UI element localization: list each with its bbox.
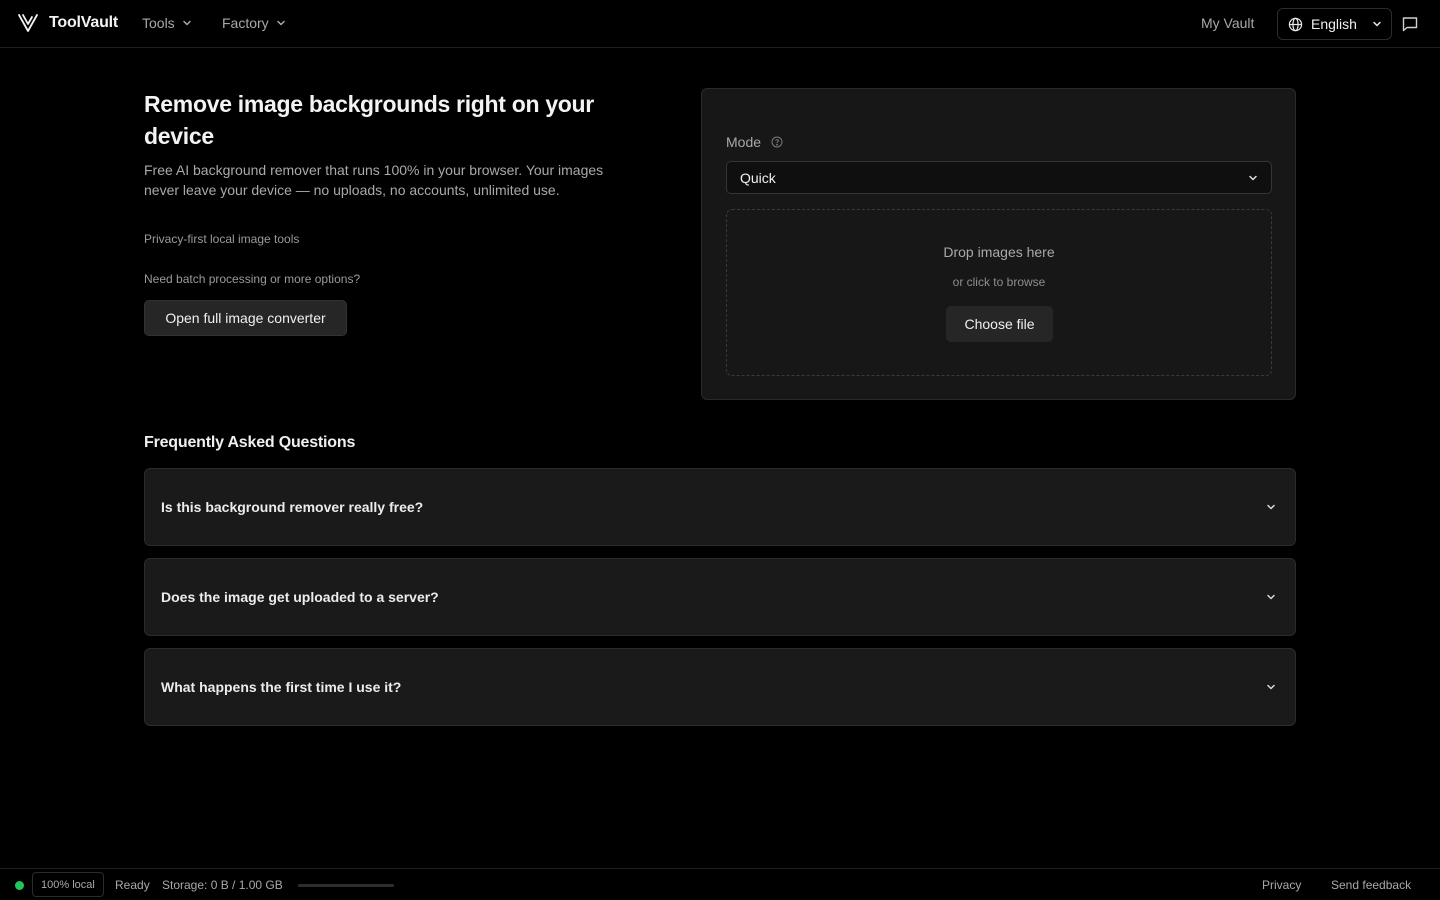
batch-question: Need batch processing or more options?: [144, 272, 361, 286]
globe-icon: [1288, 17, 1303, 32]
faq-question: Is this background remover really free?: [161, 499, 424, 515]
faq-question: Does the image get uploaded to a server?: [161, 589, 439, 605]
faq-item[interactable]: What happens the first time I use it?: [144, 648, 1296, 726]
hero-tagline: Privacy-first local image tools: [144, 232, 300, 246]
top-navigation-bar: ToolVault Tools Factory My Vault English: [0, 0, 1440, 48]
chevron-down-icon: [1265, 501, 1277, 513]
dropzone-subtitle: or click to browse: [952, 275, 1046, 289]
help-circle-icon[interactable]: [771, 136, 783, 148]
open-full-converter-button[interactable]: Open full image converter: [144, 300, 347, 336]
my-vault-link[interactable]: My Vault: [1201, 15, 1254, 31]
storage-progress-bar: [298, 884, 394, 887]
chevron-down-icon: [1265, 591, 1277, 603]
status-bar: 100% local Ready Storage: 0 B / 1.00 GB …: [0, 868, 1440, 900]
faq-item[interactable]: Does the image get uploaded to a server?: [144, 558, 1296, 636]
chevron-down-icon: [1247, 172, 1259, 184]
nav-tools-label: Tools: [142, 15, 175, 31]
chevron-down-icon: [275, 17, 287, 29]
local-badge: 100% local: [32, 872, 104, 897]
language-selector[interactable]: English: [1277, 8, 1392, 40]
mode-select[interactable]: Quick: [726, 161, 1272, 194]
privacy-link[interactable]: Privacy: [1262, 878, 1301, 892]
faq-question: What happens the first time I use it?: [161, 679, 402, 695]
mode-label: Mode: [726, 134, 762, 150]
nav-factory-label: Factory: [222, 15, 269, 31]
dropzone-title: Drop images here: [943, 244, 1055, 260]
choose-file-button[interactable]: Choose file: [946, 306, 1053, 342]
language-label: English: [1311, 16, 1357, 32]
nav-tools-menu[interactable]: Tools: [142, 15, 193, 31]
status-indicator-dot: [15, 881, 24, 890]
nav-factory-menu[interactable]: Factory: [222, 15, 287, 31]
status-text: Ready: [115, 878, 150, 892]
storage-usage-text: Storage: 0 B / 1.00 GB: [162, 878, 283, 892]
toolvault-logo-icon: [17, 12, 39, 34]
brand-link[interactable]: ToolVault: [17, 12, 118, 34]
faq-heading: Frequently Asked Questions: [144, 434, 356, 451]
mode-label-row: Mode: [726, 134, 783, 150]
chevron-down-icon: [1371, 18, 1383, 30]
background-remover-panel: Mode Quick Drop images here or click to …: [701, 88, 1296, 400]
chevron-down-icon: [181, 17, 193, 29]
image-dropzone[interactable]: Drop images here or click to browse Choo…: [726, 209, 1272, 376]
brand-name: ToolVault: [49, 14, 119, 31]
hero-description: Free AI background remover that runs 100…: [144, 162, 604, 198]
mode-select-value: Quick: [740, 169, 776, 186]
chevron-down-icon: [1265, 681, 1277, 693]
message-square-icon[interactable]: [1401, 15, 1419, 33]
send-feedback-link[interactable]: Send feedback: [1331, 878, 1411, 892]
page-title: Remove image backgrounds right on your d…: [144, 91, 594, 149]
faq-item[interactable]: Is this background remover really free?: [144, 468, 1296, 546]
